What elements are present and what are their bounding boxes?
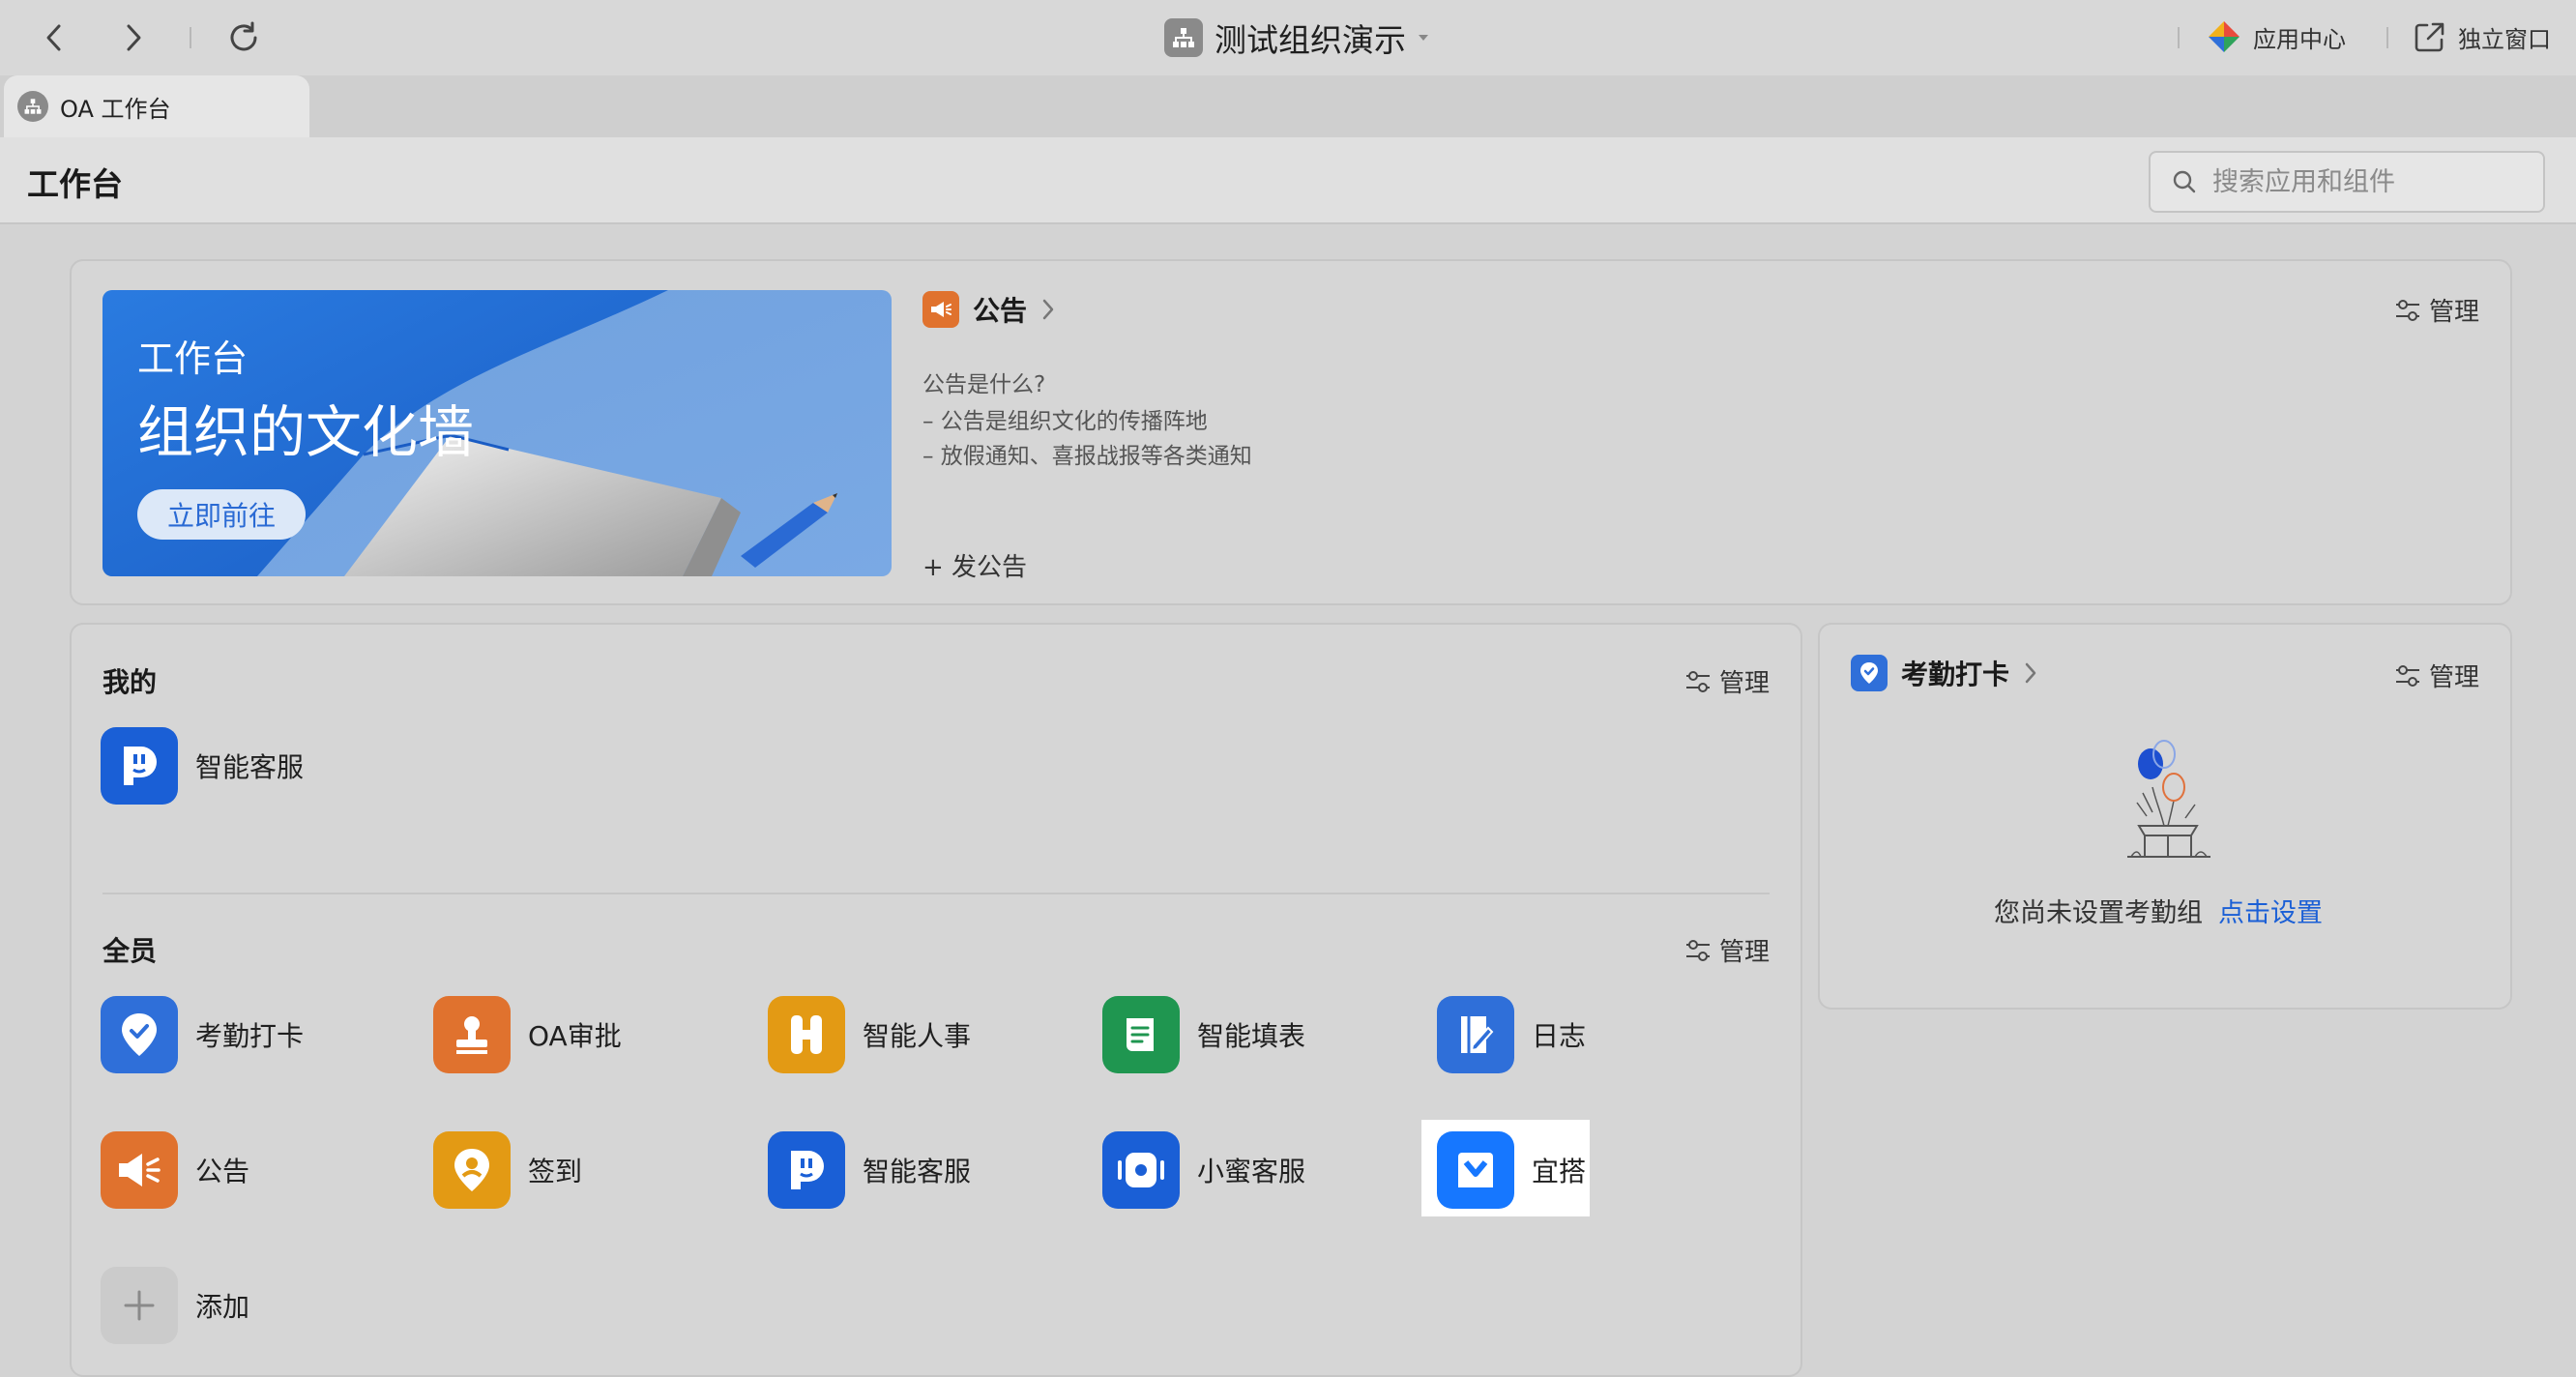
app-label: 智能人事 <box>863 1020 972 1052</box>
app-tile-xiaomi-service[interactable]: 小蜜客服 <box>1102 1131 1305 1209</box>
app-center-button[interactable]: 应用中心 <box>2207 17 2346 56</box>
announcement-header-link[interactable]: 公告 <box>922 290 1056 329</box>
chevron-right-icon <box>1042 299 1054 320</box>
mine-manage-button[interactable]: 管理 <box>1684 663 1770 699</box>
post-announcement-button[interactable]: + 发公告 <box>922 547 1027 583</box>
section-divider <box>102 893 1770 894</box>
app-tile-oa-approval[interactable]: OA审批 <box>433 996 622 1073</box>
app-label: 日志 <box>1532 1020 1587 1052</box>
all-manage-button[interactable]: 管理 <box>1684 932 1770 968</box>
app-tile-attendance[interactable]: 考勤打卡 <box>101 996 304 1073</box>
announcement-title: 公告 <box>973 295 1028 327</box>
app-tile-yida[interactable]: 宜搭 <box>1437 1131 1586 1209</box>
manage-label: 管理 <box>2429 298 2480 327</box>
tab-oa-workbench[interactable]: OA 工作台 <box>4 75 309 137</box>
app-label: 智能客服 <box>863 1156 972 1187</box>
h-letter-icon <box>768 996 845 1073</box>
back-button[interactable] <box>29 14 79 62</box>
smart-service-icon <box>768 1131 845 1209</box>
yida-icon <box>1437 1131 1514 1209</box>
smart-service-icon <box>101 727 178 805</box>
toolbar-divider <box>2178 27 2180 48</box>
attendance-header-link[interactable]: 考勤打卡 <box>1851 654 2038 692</box>
org-icon <box>1164 18 1203 57</box>
announcement-manage-button[interactable]: 管理 <box>2394 292 2479 328</box>
app-tile-smart-hr[interactable]: 智能人事 <box>768 996 971 1073</box>
app-tile-smart-form[interactable]: 智能填表 <box>1102 996 1305 1073</box>
megaphone-icon <box>101 1131 178 1209</box>
caret-down-icon <box>1419 35 1428 41</box>
form-icon <box>1102 996 1180 1073</box>
empty-gift-box-illustration <box>2114 733 2220 868</box>
empty-text: 您尚未设置考勤组 <box>1994 898 2203 928</box>
app-tile-announcement[interactable]: 公告 <box>101 1131 249 1209</box>
attendance-empty-state: 您尚未设置考勤组 点击设置 <box>1994 892 2323 929</box>
chevron-left-icon <box>46 24 61 51</box>
external-window-icon <box>2415 22 2444 52</box>
megaphone-icon <box>922 291 959 328</box>
search-input[interactable] <box>2210 165 2524 198</box>
standalone-window-label: 独立窗口 <box>2458 25 2551 53</box>
announcement-line: – 放假通知、喜报战报等各类通知 <box>922 444 1252 469</box>
plus-icon <box>101 1267 178 1344</box>
banner-go-button[interactable]: 立即前往 <box>137 489 306 540</box>
manage-label: 管理 <box>1719 669 1771 698</box>
app-tile-smart-service[interactable]: 智能客服 <box>101 727 304 805</box>
location-check-icon <box>101 996 178 1073</box>
app-tile-smart-service[interactable]: 智能客服 <box>768 1131 971 1209</box>
attendance-manage-button[interactable]: 管理 <box>2394 658 2479 693</box>
toolbar-divider <box>190 27 191 48</box>
app-center-icon <box>2209 21 2239 52</box>
app-label: 签到 <box>528 1156 583 1187</box>
add-label: 添加 <box>195 1291 250 1323</box>
location-check-icon <box>1851 655 1888 691</box>
all-section-title: 全员 <box>102 935 158 967</box>
org-tab-icon <box>17 91 48 122</box>
setup-link[interactable]: 点击设置 <box>2218 892 2323 929</box>
org-title-text: 测试组织演示 <box>1215 21 1406 59</box>
app-label: 考勤打卡 <box>195 1020 305 1052</box>
app-tile-check-in[interactable]: 签到 <box>433 1131 582 1209</box>
app-label: 智能填表 <box>1197 1020 1306 1052</box>
chevron-right-icon <box>127 24 141 51</box>
mine-section-title: 我的 <box>102 666 158 698</box>
app-center-label: 应用中心 <box>2253 25 2346 53</box>
app-label: 小蜜客服 <box>1197 1156 1306 1187</box>
page-title: 工作台 <box>27 165 123 203</box>
settings-sliders-icon <box>1686 670 1710 692</box>
app-tile-log[interactable]: 日志 <box>1437 996 1586 1073</box>
culture-wall-banner[interactable]: 工作台 组织的文化墙 立即前往 <box>102 290 892 576</box>
settings-sliders-icon <box>2396 664 2419 687</box>
toolbar-divider <box>2386 27 2388 48</box>
add-app-button[interactable]: 添加 <box>101 1267 249 1344</box>
reload-icon <box>230 21 257 51</box>
chevron-right-icon <box>2025 662 2036 684</box>
log-pen-icon <box>1437 996 1514 1073</box>
settings-sliders-icon <box>1686 939 1710 961</box>
manage-label: 管理 <box>1719 938 1771 967</box>
app-label: 宜搭 <box>1532 1156 1587 1187</box>
app-label: 公告 <box>195 1156 250 1187</box>
tab-label: OA 工作台 <box>60 95 171 123</box>
reload-button[interactable] <box>219 14 269 62</box>
speaker-icon <box>1102 1131 1180 1209</box>
app-label: 智能客服 <box>195 751 305 783</box>
settings-sliders-icon <box>2396 299 2419 321</box>
manage-label: 管理 <box>2429 663 2480 692</box>
tab-strip <box>0 75 2576 137</box>
forward-button[interactable] <box>108 14 159 62</box>
announcement-line: – 公告是组织文化的传播阵地 <box>922 409 1208 434</box>
org-switcher[interactable]: 测试组织演示 <box>1164 12 1429 64</box>
banner-headline: 组织的文化墙 <box>137 399 475 465</box>
search-box[interactable] <box>2149 151 2545 213</box>
standalone-window-button[interactable]: 独立窗口 <box>2414 17 2551 56</box>
banner-kicker: 工作台 <box>137 337 249 380</box>
attendance-title: 考勤打卡 <box>1901 659 2010 690</box>
app-label: OA审批 <box>528 1020 622 1052</box>
announcement-line: 公告是什么? <box>922 372 1046 397</box>
stamp-icon <box>433 996 511 1073</box>
location-pin-icon <box>433 1131 511 1209</box>
search-icon <box>2173 170 2196 193</box>
